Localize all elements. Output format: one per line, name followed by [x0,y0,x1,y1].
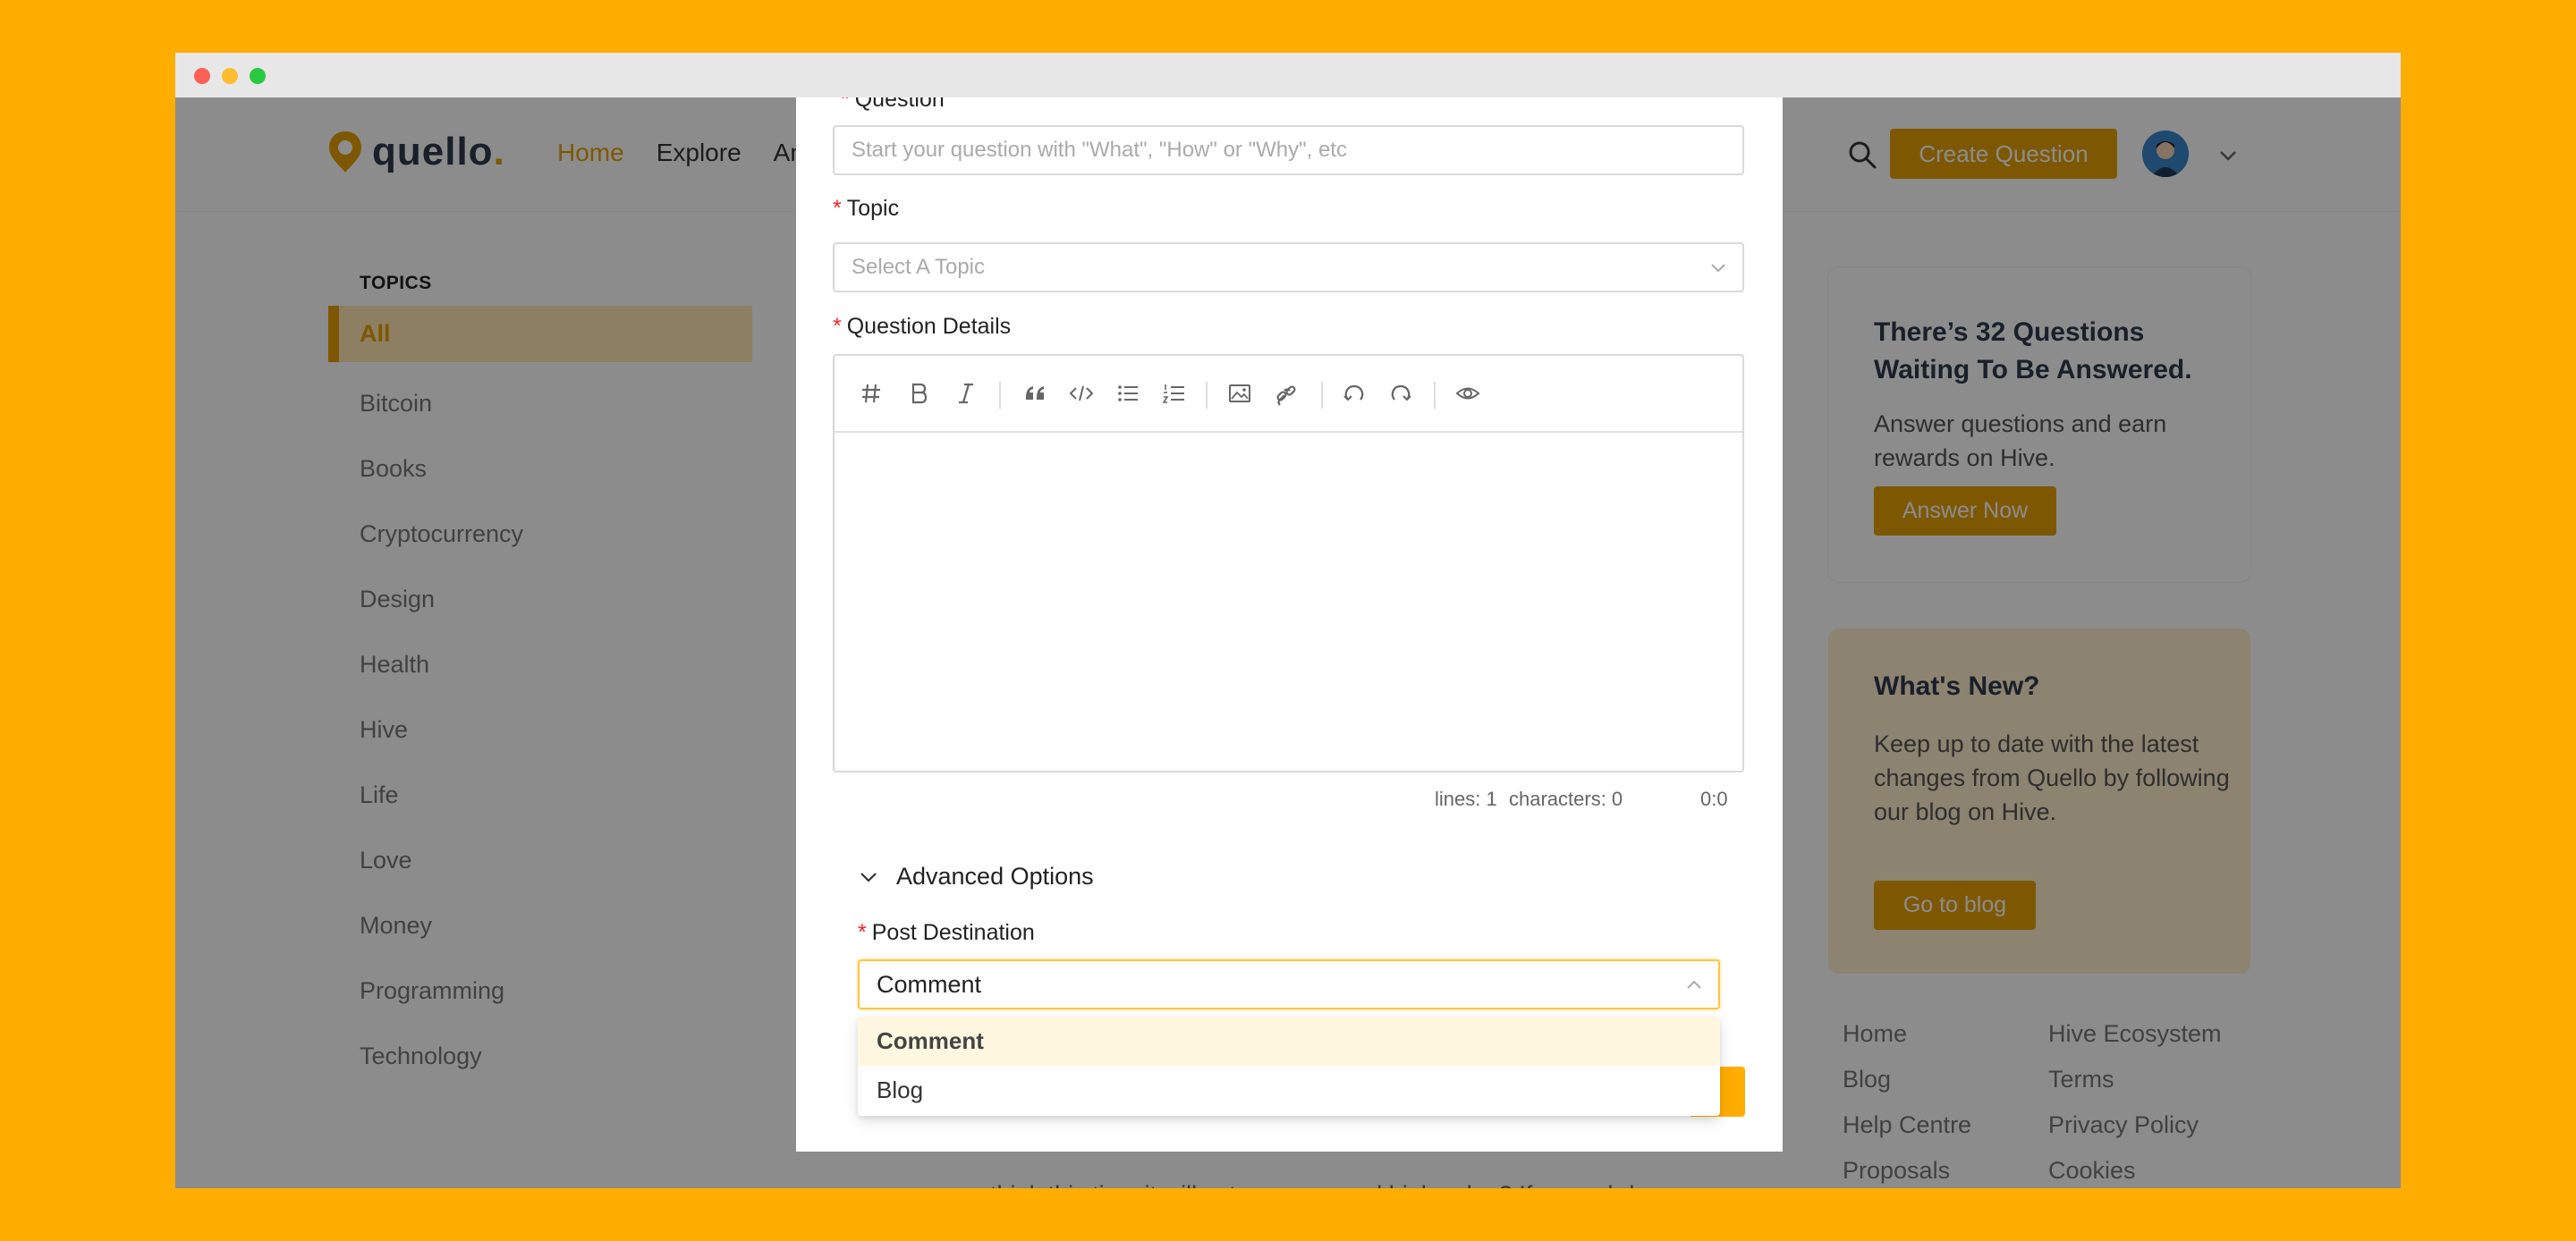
browser-window: quello. Home Explore An Create Question [175,53,2401,1188]
chevron-down-icon [1711,264,1725,273]
editor-toolbar [835,356,1742,433]
topic-label: * Topic [833,196,900,221]
image-icon[interactable] [1226,380,1253,407]
question-details-label: * Question Details [833,314,1012,339]
dropdown-option-blog[interactable]: Blog [858,1066,1720,1115]
link-icon[interactable] [1273,380,1300,407]
create-question-modal: *Question *Topic Select A Topic *Questio… [796,97,1783,1152]
question-label: * Question [841,97,945,112]
toolbar-divider [1206,382,1208,409]
toolbar-divider [1321,382,1323,409]
quote-icon[interactable] [1021,380,1048,407]
ordered-list-icon[interactable] [1161,380,1188,407]
editor-cursor-position: 0:0 [1700,788,1728,810]
undo-icon[interactable] [1341,380,1368,407]
advanced-options-toggle[interactable]: Advanced Options [859,863,1094,891]
minimize-window-button[interactable] [222,68,238,84]
chevron-down-icon [860,872,877,882]
bold-icon[interactable] [905,380,932,407]
chevron-up-icon [1687,980,1701,989]
dropdown-option-comment[interactable]: Comment [858,1017,1720,1066]
title-bar [175,53,2401,97]
post-destination-label: * Post Destination [858,920,1035,945]
post-destination-value: Comment [877,970,982,998]
toolbar-divider [1434,382,1436,409]
post-destination-select[interactable]: Comment [858,959,1720,1009]
toolbar-divider [999,382,1001,409]
topic-select-placeholder: Select A Topic [852,255,985,279]
unordered-list-icon[interactable] [1114,380,1141,407]
preview-icon[interactable] [1454,380,1481,407]
editor-lines-count: lines: 1 [1435,788,1497,810]
code-icon[interactable] [1068,380,1095,407]
page: quello. Home Explore An Create Question [175,97,2401,1188]
question-input[interactable] [833,125,1744,175]
redo-icon[interactable] [1387,380,1414,407]
post-destination-dropdown: Comment Blog [858,1017,1720,1116]
italic-icon[interactable] [953,380,979,407]
heading-icon[interactable] [858,380,885,407]
editor-characters-count: characters: 0 [1509,788,1623,810]
markdown-editor[interactable] [833,354,1744,772]
topic-select[interactable]: Select A Topic [833,242,1744,292]
close-window-button[interactable] [194,68,210,84]
maximize-window-button[interactable] [250,68,266,84]
advanced-options-label: Advanced Options [896,863,1094,890]
